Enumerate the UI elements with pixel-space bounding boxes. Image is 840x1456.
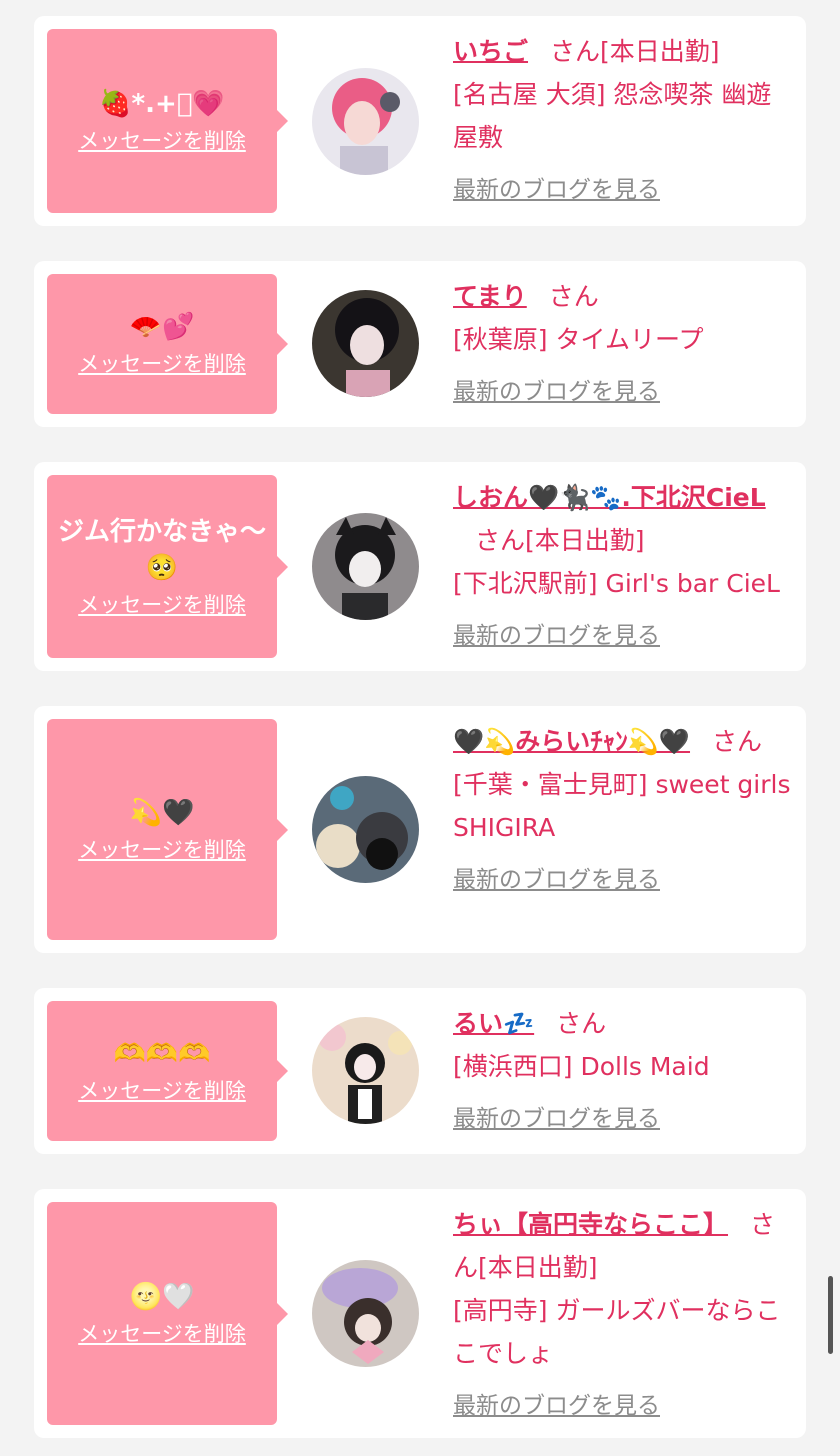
honorific-label: さん <box>550 37 601 66</box>
member-name-link[interactable]: いちご <box>453 37 528 66</box>
avatar[interactable] <box>312 290 419 397</box>
honorific-label: さん <box>556 1009 607 1038</box>
status-label: [本日出勤] <box>600 37 720 66</box>
member-name-link[interactable]: しおん🖤🐈‍⬛🐾.下北沢CieL <box>453 483 766 512</box>
message-bubble: 💫🖤 メッセージを削除 <box>47 719 288 940</box>
avatar[interactable] <box>312 513 419 620</box>
member-info: しおん🖤🐈‍⬛🐾.下北沢CieL さん[本日出勤] [下北沢駅前] Girl's … <box>453 476 792 658</box>
member-info: てまり さん [秋葉原] タイムリープ 最新のブログを見る <box>453 275 792 414</box>
avatar[interactable] <box>312 1017 419 1124</box>
honorific-label: さん <box>712 727 763 756</box>
message-bubble: 🫶🫶🫶 メッセージを削除 <box>47 1001 288 1141</box>
member-name-link[interactable]: るい💤 <box>453 1009 534 1038</box>
member-info: いちご さん[本日出勤] [名古屋 大須] 怨念喫茶 幽遊屋敷 最新のブログを見る <box>453 30 792 212</box>
message-list: 🍓*.+ﾟ💗 メッセージを削除 いちご さん[本日出勤] [名古屋 大須] 怨念喫… <box>0 0 840 1456</box>
scrollbar[interactable] <box>828 1276 833 1354</box>
status-label: [本日出勤] <box>525 526 645 555</box>
message-card: ジム行かなきゃ〜🥺 メッセージを削除 しおん🖤🐈‍⬛🐾.下北沢CieL さん[本日… <box>34 462 806 671</box>
latest-blog-link[interactable]: 最新のブログを見る <box>453 169 792 212</box>
delete-message-link[interactable]: メッセージを削除 <box>78 590 246 620</box>
message-text: ジム行かなきゃ〜🥺 <box>57 516 266 583</box>
avatar-pink-hair-icon <box>312 68 419 175</box>
delete-message-link[interactable]: メッセージを削除 <box>78 835 246 865</box>
message-card: 🪭💕 メッセージを削除 てまり さん [秋葉原] タイムリープ 最新のブログを見る <box>34 261 806 427</box>
message-text: 🌝🤍 <box>129 1281 195 1312</box>
message-bubble: 🌝🤍 メッセージを削除 <box>47 1202 288 1425</box>
message-text: 🍓*.+ﾟ💗 <box>99 89 225 119</box>
latest-blog-link[interactable]: 最新のブログを見る <box>453 859 792 902</box>
message-bubble: 🍓*.+ﾟ💗 メッセージを削除 <box>47 29 288 213</box>
shop-label: [横浜西口] Dolls Maid <box>453 1052 710 1081</box>
latest-blog-link[interactable]: 最新のブログを見る <box>453 1098 792 1141</box>
message-text: 🪭💕 <box>129 312 195 342</box>
member-info: 🖤💫みらいﾁｬﾝ💫🖤 さん [千葉・富士見町] sweet girls SHIGI… <box>453 720 792 902</box>
avatar[interactable] <box>312 776 419 883</box>
delete-message-link[interactable]: メッセージを削除 <box>78 1076 246 1106</box>
member-info: ちぃ【高円寺ならここ】 さん[本日出勤] [高円寺] ガールズバーならここでしょ … <box>453 1203 792 1428</box>
shop-label: [下北沢駅前] Girl's bar CieL <box>453 569 780 598</box>
member-info: るい💤 さん [横浜西口] Dolls Maid 最新のブログを見る <box>453 1002 792 1141</box>
avatar-plush-icon <box>312 776 419 883</box>
latest-blog-link[interactable]: 最新のブログを見る <box>453 1385 792 1428</box>
delete-message-link[interactable]: メッセージを削除 <box>78 349 246 379</box>
honorific-label: さん <box>548 282 599 311</box>
shop-label: [千葉・富士見町] sweet girls SHIGIRA <box>453 770 791 842</box>
message-card: 🍓*.+ﾟ💗 メッセージを削除 いちご さん[本日出勤] [名古屋 大須] 怨念喫… <box>34 16 806 226</box>
message-card: 🫶🫶🫶 メッセージを削除 るい💤 さん [横浜西口] Dolls Maid 最新の… <box>34 988 806 1154</box>
honorific-label: さん <box>475 526 526 555</box>
avatar-maid-icon <box>312 1017 419 1124</box>
avatar[interactable] <box>312 68 419 175</box>
message-card: 🌝🤍 メッセージを削除 ちぃ【高円寺ならここ】 さん[本日出勤] [高円寺] ガー… <box>34 1189 806 1438</box>
member-name-link[interactable]: てまり <box>453 282 527 311</box>
avatar-black-hair-icon <box>312 290 419 397</box>
shop-label: [秋葉原] タイムリープ <box>453 325 704 354</box>
shop-label: [高円寺] ガールズバーならここでしょ <box>453 1296 781 1368</box>
latest-blog-link[interactable]: 最新のブログを見る <box>453 371 792 414</box>
latest-blog-link[interactable]: 最新のブログを見る <box>453 615 792 658</box>
delete-message-link[interactable]: メッセージを削除 <box>78 126 246 156</box>
message-text: 🫶🫶🫶 <box>113 1039 211 1069</box>
member-name-link[interactable]: ちぃ【高円寺ならここ】 <box>453 1210 728 1239</box>
message-bubble: ジム行かなきゃ〜🥺 メッセージを削除 <box>47 475 288 658</box>
member-name-link[interactable]: 🖤💫みらいﾁｬﾝ💫🖤 <box>453 727 690 756</box>
delete-message-link[interactable]: メッセージを削除 <box>78 1319 246 1349</box>
shop-label: [名古屋 大須] 怨念喫茶 幽遊屋敷 <box>453 80 772 152</box>
avatar-cat-ears-icon <box>312 513 419 620</box>
message-bubble: 🪭💕 メッセージを削除 <box>47 274 288 414</box>
avatar[interactable] <box>312 1260 419 1367</box>
message-text: 💫🖤 <box>129 797 195 828</box>
avatar-beret-icon <box>312 1260 419 1367</box>
status-label: [本日出勤] <box>478 1253 598 1282</box>
message-card: 💫🖤 メッセージを削除 🖤💫みらいﾁｬﾝ💫🖤 さん [千葉・富士見町] sweet… <box>34 706 806 953</box>
